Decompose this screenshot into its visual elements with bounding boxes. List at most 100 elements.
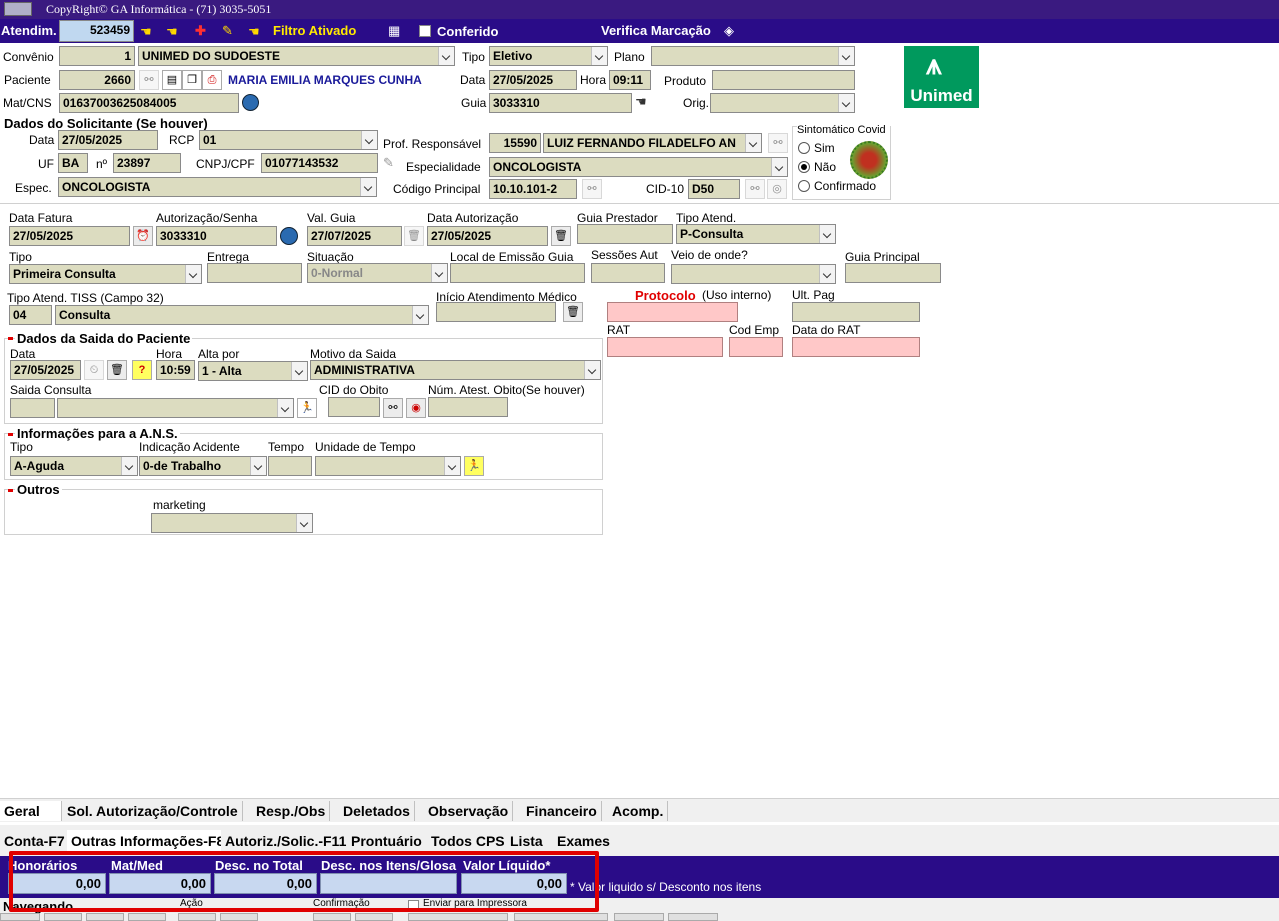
target-icon[interactable]: ◎ — [767, 179, 787, 199]
globe-icon[interactable] — [280, 227, 298, 245]
pointer-left-icon-2[interactable]: ☚ — [166, 24, 178, 40]
verifica-marcacao-label[interactable]: Verifica Marcação — [601, 23, 711, 38]
ult-pag-field[interactable] — [792, 302, 920, 322]
filter-icon[interactable]: ☚ — [248, 24, 260, 40]
autorizacao-field[interactable]: 3033310 — [156, 226, 277, 246]
sessoes-field[interactable] — [591, 263, 665, 283]
tempo-field[interactable] — [268, 456, 312, 476]
pen-icon[interactable]: ✎ — [383, 155, 394, 171]
run-icon[interactable]: 🏃 — [297, 398, 317, 418]
tab-resp-obs[interactable]: Resp./Obs — [252, 801, 331, 821]
plano-select[interactable] — [651, 46, 855, 66]
saida-consulta-select[interactable] — [57, 398, 294, 418]
tipo-atend-select[interactable]: P-Consulta — [676, 224, 836, 244]
tab-observacao[interactable]: Observação — [424, 801, 514, 821]
motivo-select[interactable]: ADMINISTRATIVA — [310, 360, 601, 380]
cnpj-field[interactable]: 01077143532 — [261, 153, 378, 173]
nav-button-4[interactable] — [128, 913, 166, 921]
prof-select[interactable]: LUIZ FERNANDO FILADELFO AN — [543, 133, 762, 153]
rat-field[interactable] — [607, 337, 723, 357]
rcp-select[interactable]: 01 — [199, 130, 378, 150]
help-icon[interactable]: ? — [132, 360, 152, 380]
tab-outras-informacoes[interactable]: Outras Informações-F8 — [67, 830, 229, 852]
saida-data-field[interactable]: 27/05/2025 — [10, 360, 81, 380]
data-autorizacao-field[interactable]: 27/05/2025 — [427, 226, 548, 246]
protocolo-field[interactable] — [607, 302, 738, 322]
document-icon[interactable]: ▤ — [162, 70, 182, 90]
nav-button-1[interactable] — [0, 913, 40, 921]
veio-select[interactable] — [671, 264, 836, 284]
atendim-input[interactable]: 523459 — [59, 20, 134, 42]
binoculars-icon[interactable]: ⚯ — [768, 133, 788, 153]
indicacao-select[interactable]: 0-de Trabalho — [139, 456, 267, 476]
action-button-1[interactable] — [178, 913, 216, 921]
codigo-principal-field[interactable]: 10.10.101-2 — [489, 179, 577, 199]
tab-autoriz-solic[interactable]: Autoriz./Solic.-F11 — [221, 830, 351, 852]
espec-select[interactable]: ONCOLOGISTA — [58, 177, 377, 197]
hora-field[interactable]: 09:11 — [609, 70, 651, 90]
confirm-button-2[interactable] — [355, 913, 393, 921]
ans-tipo-select[interactable]: A-Aguda — [10, 456, 138, 476]
nav-button-2[interactable] — [44, 913, 82, 921]
binoculars-icon[interactable]: ⚯ — [139, 70, 159, 90]
tab-todos-cps[interactable]: Todos CPS — [427, 830, 509, 852]
orig-select[interactable] — [710, 93, 855, 113]
sol-data-field[interactable]: 27/05/2025 — [58, 130, 158, 150]
tipo2-select[interactable]: Primeira Consulta — [9, 264, 202, 284]
trash-icon[interactable]: 🗑 — [551, 226, 571, 246]
trash-icon[interactable]: 🗑 — [563, 302, 583, 322]
convenio-select[interactable]: UNIMED DO SUDOESTE — [138, 46, 455, 66]
tag-icon[interactable]: ◈ — [724, 23, 734, 39]
tiss-select[interactable]: Consulta — [55, 305, 429, 325]
covid-confirmado-radio[interactable] — [798, 180, 810, 192]
cod-emp-field[interactable] — [729, 337, 783, 357]
num-atest-field[interactable] — [428, 397, 508, 417]
val-guia-field[interactable]: 27/07/2025 — [307, 226, 402, 246]
data-field[interactable]: 27/05/2025 — [489, 70, 577, 90]
pointer-icon[interactable]: ☚ — [635, 94, 647, 110]
saida-hora-field[interactable]: 10:59 — [156, 360, 195, 380]
cid-field[interactable]: D50 — [688, 179, 740, 199]
convenio-code-field[interactable]: 1 — [59, 46, 135, 66]
pointer-left-icon[interactable]: ☚ — [140, 24, 152, 40]
especialidade-select[interactable]: ONCOLOGISTA — [489, 157, 788, 177]
conferido-checkbox[interactable] — [419, 25, 431, 37]
situacao-select[interactable]: 0-Normal — [307, 263, 448, 283]
n-field[interactable]: 23897 — [113, 153, 181, 173]
data-rat-field[interactable] — [792, 337, 920, 357]
cid-obito-field[interactable] — [328, 397, 380, 417]
nav-button-3[interactable] — [86, 913, 124, 921]
covid-nao-radio[interactable] — [798, 161, 810, 173]
binoculars-icon[interactable]: ⚯ — [383, 398, 403, 418]
tab-acomp[interactable]: Acomp. — [608, 801, 669, 821]
binoculars-icon[interactable]: ⚯ — [582, 179, 602, 199]
unidade-select[interactable] — [315, 456, 461, 476]
local-field[interactable] — [450, 263, 585, 283]
add-icon[interactable]: ✚ — [195, 23, 206, 39]
confirm-button-1[interactable] — [313, 913, 351, 921]
printer-icon[interactable]: ⎙ — [202, 70, 222, 90]
record-icon[interactable]: ◉ — [406, 398, 426, 418]
alta-select[interactable]: 1 - Alta — [198, 361, 308, 381]
tiss-code-field[interactable]: 04 — [9, 305, 52, 325]
edit-icon[interactable]: ✎ — [222, 23, 233, 39]
tab-deletados[interactable]: Deletados — [339, 801, 415, 821]
run-icon[interactable]: 🏃 — [464, 456, 484, 476]
clock-icon[interactable]: ⏲ — [84, 360, 104, 380]
marketing-select[interactable] — [151, 513, 313, 533]
extra-button-2[interactable] — [668, 913, 718, 921]
saida-consulta-code[interactable] — [10, 398, 55, 418]
tab-geral[interactable]: Geral — [0, 801, 62, 821]
trash-icon[interactable]: 🗑 — [107, 360, 127, 380]
tab-lista[interactable]: Lista — [506, 830, 547, 852]
produto-field[interactable] — [712, 70, 855, 90]
prof-code-field[interactable]: 15590 — [489, 133, 541, 153]
copy-icon[interactable]: ❐ — [182, 70, 202, 90]
tab-conta[interactable]: Conta-F7 — [0, 830, 69, 852]
guia-principal-field[interactable] — [845, 263, 941, 283]
extra-button-1[interactable] — [614, 913, 664, 921]
globe-icon[interactable] — [242, 94, 259, 111]
entrega-field[interactable] — [207, 263, 302, 283]
paciente-code-field[interactable]: 2660 — [59, 70, 135, 90]
calculator-icon[interactable]: ▦ — [388, 23, 400, 39]
